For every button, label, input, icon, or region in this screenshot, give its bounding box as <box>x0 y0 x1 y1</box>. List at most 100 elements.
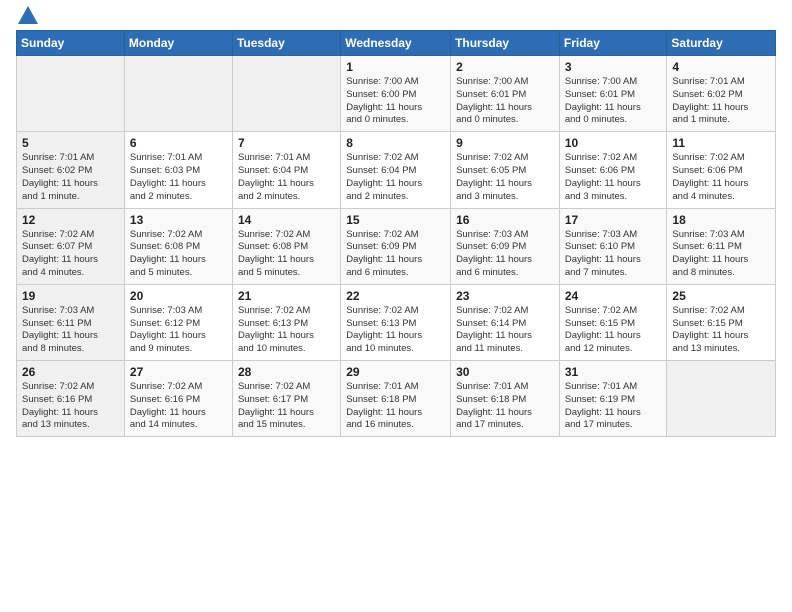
day-number: 24 <box>565 289 662 303</box>
day-info: Sunrise: 7:02 AM Sunset: 6:06 PM Dayligh… <box>565 152 662 203</box>
day-cell <box>667 361 776 437</box>
day-number: 27 <box>130 365 227 379</box>
weekday-tuesday: Tuesday <box>232 31 340 56</box>
week-row-3: 12Sunrise: 7:02 AM Sunset: 6:07 PM Dayli… <box>17 208 776 284</box>
day-number: 2 <box>456 60 554 74</box>
day-info: Sunrise: 7:02 AM Sunset: 6:07 PM Dayligh… <box>22 229 119 280</box>
day-info: Sunrise: 7:03 AM Sunset: 6:09 PM Dayligh… <box>456 229 554 280</box>
day-number: 25 <box>672 289 770 303</box>
day-cell <box>124 56 232 132</box>
day-cell: 10 Sunrise: 7:02 AM Sunset: 6:06 PM Dayli… <box>559 132 667 208</box>
calendar-table: SundayMondayTuesdayWednesdayThursdayFrid… <box>16 30 776 437</box>
day-cell: 8Sunrise: 7:02 AM Sunset: 6:04 PM Daylig… <box>341 132 451 208</box>
day-cell: 28 Sunrise: 7:02 AM Sunset: 6:17 PM Dayli… <box>232 361 340 437</box>
day-info: Sunrise: 7:03 AM Sunset: 6:11 PM Dayligh… <box>672 229 770 280</box>
header <box>16 10 776 24</box>
page: SundayMondayTuesdayWednesdayThursdayFrid… <box>0 0 792 612</box>
day-cell: 20Sunrise: 7:03 AM Sunset: 6:12 PM Dayli… <box>124 284 232 360</box>
day-number: 22 <box>346 289 445 303</box>
logo <box>16 10 38 24</box>
weekday-wednesday: Wednesday <box>341 31 451 56</box>
day-info: Sunrise: 7:01 AM Sunset: 6:02 PM Dayligh… <box>22 152 119 203</box>
day-info: Sunrise: 7:01 AM Sunset: 6:18 PM Dayligh… <box>346 381 445 432</box>
day-number: 14 <box>238 213 335 227</box>
day-number: 30 <box>456 365 554 379</box>
day-number: 10 <box>565 136 662 150</box>
day-number: 6 <box>130 136 227 150</box>
day-info: Sunrise: 7:02 AM Sunset: 6:16 PM Dayligh… <box>22 381 119 432</box>
day-number: 28 <box>238 365 335 379</box>
day-cell: 13 Sunrise: 7:02 AM Sunset: 6:08 PM Dayli… <box>124 208 232 284</box>
day-info: Sunrise: 7:02 AM Sunset: 6:05 PM Dayligh… <box>456 152 554 203</box>
weekday-header-row: SundayMondayTuesdayWednesdayThursdayFrid… <box>17 31 776 56</box>
day-info: Sunrise: 7:02 AM Sunset: 6:17 PM Dayligh… <box>238 381 335 432</box>
weekday-sunday: Sunday <box>17 31 125 56</box>
day-number: 26 <box>22 365 119 379</box>
day-info: Sunrise: 7:03 AM Sunset: 6:12 PM Dayligh… <box>130 305 227 356</box>
day-cell: 29 Sunrise: 7:01 AM Sunset: 6:18 PM Dayli… <box>341 361 451 437</box>
day-info: Sunrise: 7:01 AM Sunset: 6:18 PM Dayligh… <box>456 381 554 432</box>
day-number: 9 <box>456 136 554 150</box>
week-row-1: 1 Sunrise: 7:00 AM Sunset: 6:00 PM Daylig… <box>17 56 776 132</box>
day-number: 5 <box>22 136 119 150</box>
weekday-saturday: Saturday <box>667 31 776 56</box>
day-cell: 31 Sunrise: 7:01 AM Sunset: 6:19 PM Dayli… <box>559 361 667 437</box>
day-cell: 19 Sunrise: 7:03 AM Sunset: 6:11 PM Dayli… <box>17 284 125 360</box>
day-info: Sunrise: 7:03 AM Sunset: 6:10 PM Dayligh… <box>565 229 662 280</box>
day-info: Sunrise: 7:00 AM Sunset: 6:01 PM Dayligh… <box>456 76 554 127</box>
logo-triangle-icon <box>18 6 38 24</box>
day-info: Sunrise: 7:01 AM Sunset: 6:04 PM Dayligh… <box>238 152 335 203</box>
day-number: 4 <box>672 60 770 74</box>
day-info: Sunrise: 7:00 AM Sunset: 6:01 PM Dayligh… <box>565 76 662 127</box>
day-cell: 5 Sunrise: 7:01 AM Sunset: 6:02 PM Daylig… <box>17 132 125 208</box>
day-number: 13 <box>130 213 227 227</box>
day-cell <box>232 56 340 132</box>
week-row-2: 5 Sunrise: 7:01 AM Sunset: 6:02 PM Daylig… <box>17 132 776 208</box>
day-cell: 27Sunrise: 7:02 AM Sunset: 6:16 PM Dayli… <box>124 361 232 437</box>
day-cell: 16 Sunrise: 7:03 AM Sunset: 6:09 PM Dayli… <box>451 208 560 284</box>
day-cell: 17Sunrise: 7:03 AM Sunset: 6:10 PM Dayli… <box>559 208 667 284</box>
day-info: Sunrise: 7:02 AM Sunset: 6:13 PM Dayligh… <box>346 305 445 356</box>
day-cell: 26 Sunrise: 7:02 AM Sunset: 6:16 PM Dayli… <box>17 361 125 437</box>
day-cell: 7 Sunrise: 7:01 AM Sunset: 6:04 PM Daylig… <box>232 132 340 208</box>
weekday-monday: Monday <box>124 31 232 56</box>
day-info: Sunrise: 7:02 AM Sunset: 6:08 PM Dayligh… <box>238 229 335 280</box>
day-number: 7 <box>238 136 335 150</box>
week-row-5: 26 Sunrise: 7:02 AM Sunset: 6:16 PM Dayli… <box>17 361 776 437</box>
weekday-thursday: Thursday <box>451 31 560 56</box>
day-cell: 23 Sunrise: 7:02 AM Sunset: 6:14 PM Dayli… <box>451 284 560 360</box>
day-number: 21 <box>238 289 335 303</box>
day-number: 11 <box>672 136 770 150</box>
day-number: 3 <box>565 60 662 74</box>
day-number: 15 <box>346 213 445 227</box>
day-info: Sunrise: 7:02 AM Sunset: 6:06 PM Dayligh… <box>672 152 770 203</box>
day-cell: 11 Sunrise: 7:02 AM Sunset: 6:06 PM Dayli… <box>667 132 776 208</box>
day-info: Sunrise: 7:02 AM Sunset: 6:15 PM Dayligh… <box>672 305 770 356</box>
day-info: Sunrise: 7:02 AM Sunset: 6:08 PM Dayligh… <box>130 229 227 280</box>
day-cell: 2 Sunrise: 7:00 AM Sunset: 6:01 PM Daylig… <box>451 56 560 132</box>
day-info: Sunrise: 7:03 AM Sunset: 6:11 PM Dayligh… <box>22 305 119 356</box>
day-info: Sunrise: 7:02 AM Sunset: 6:09 PM Dayligh… <box>346 229 445 280</box>
day-cell: 18 Sunrise: 7:03 AM Sunset: 6:11 PM Dayli… <box>667 208 776 284</box>
day-cell: 6Sunrise: 7:01 AM Sunset: 6:03 PM Daylig… <box>124 132 232 208</box>
day-number: 16 <box>456 213 554 227</box>
day-number: 23 <box>456 289 554 303</box>
day-info: Sunrise: 7:02 AM Sunset: 6:14 PM Dayligh… <box>456 305 554 356</box>
day-number: 1 <box>346 60 445 74</box>
day-number: 19 <box>22 289 119 303</box>
day-cell: 14 Sunrise: 7:02 AM Sunset: 6:08 PM Dayli… <box>232 208 340 284</box>
weekday-friday: Friday <box>559 31 667 56</box>
day-cell: 4Sunrise: 7:01 AM Sunset: 6:02 PM Daylig… <box>667 56 776 132</box>
day-cell: 15 Sunrise: 7:02 AM Sunset: 6:09 PM Dayli… <box>341 208 451 284</box>
day-info: Sunrise: 7:01 AM Sunset: 6:19 PM Dayligh… <box>565 381 662 432</box>
day-number: 31 <box>565 365 662 379</box>
day-info: Sunrise: 7:02 AM Sunset: 6:04 PM Dayligh… <box>346 152 445 203</box>
day-info: Sunrise: 7:02 AM Sunset: 6:13 PM Dayligh… <box>238 305 335 356</box>
day-number: 29 <box>346 365 445 379</box>
day-cell: 25 Sunrise: 7:02 AM Sunset: 6:15 PM Dayli… <box>667 284 776 360</box>
day-info: Sunrise: 7:00 AM Sunset: 6:00 PM Dayligh… <box>346 76 445 127</box>
day-number: 18 <box>672 213 770 227</box>
day-cell <box>17 56 125 132</box>
day-cell: 12Sunrise: 7:02 AM Sunset: 6:07 PM Dayli… <box>17 208 125 284</box>
day-cell: 3 Sunrise: 7:00 AM Sunset: 6:01 PM Daylig… <box>559 56 667 132</box>
